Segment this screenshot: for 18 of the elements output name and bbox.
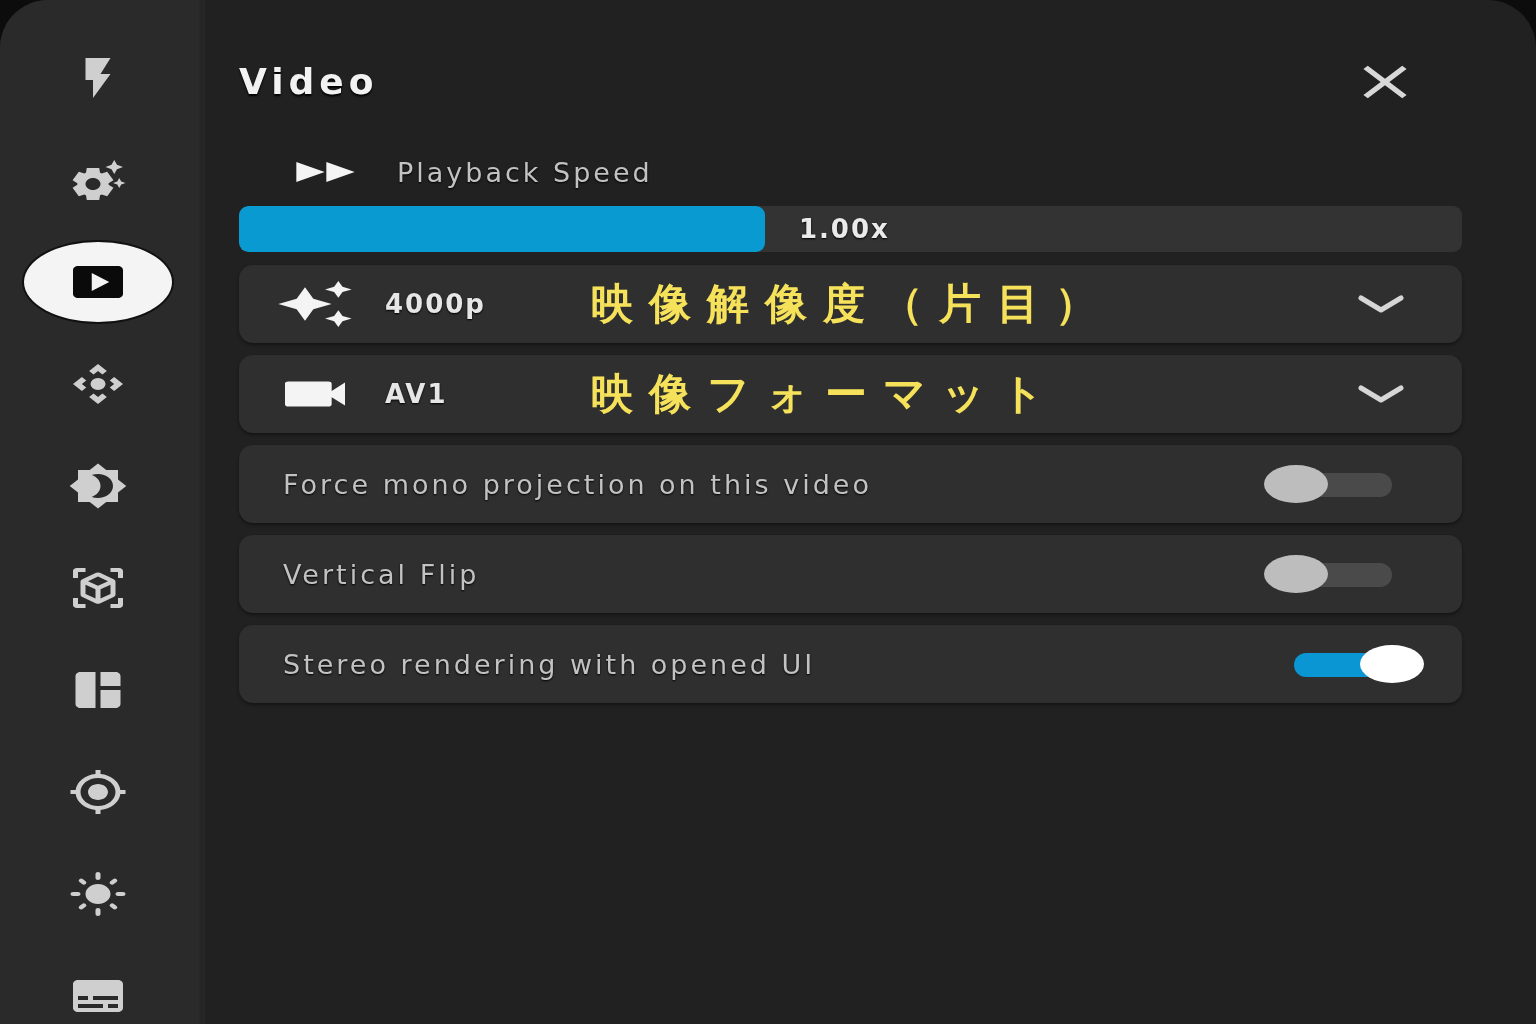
playback-speed-label: Playback Speed — [397, 156, 653, 188]
annotation-text: 映像解像度（片目） — [591, 278, 1114, 330]
speed-reading: 1.00x — [798, 214, 890, 244]
dropdown-row[interactable]: 4000p 映像解像度（片目） — [239, 265, 1462, 343]
target-icon — [68, 768, 128, 816]
panel-title: Video — [239, 60, 379, 104]
toggle-label: Force mono projection on this video — [283, 468, 872, 500]
brightness-icon — [68, 462, 128, 510]
dropdown-value: 4000p — [385, 289, 487, 319]
chevron-down-icon — [1358, 295, 1404, 313]
dropdown-row[interactable]: AV1 映像フォーマット — [239, 355, 1462, 433]
dropdown-value: AV1 — [385, 379, 449, 409]
speed-slider[interactable]: 1.00x — [239, 206, 1462, 252]
toggle-label: Vertical Flip — [283, 558, 480, 590]
annotation-text: 映像フォーマット — [591, 368, 1061, 420]
toggle-label: Stereo rendering with opened UI — [283, 648, 816, 680]
chevron-down-icon — [1358, 385, 1404, 403]
sun-icon — [68, 870, 128, 918]
